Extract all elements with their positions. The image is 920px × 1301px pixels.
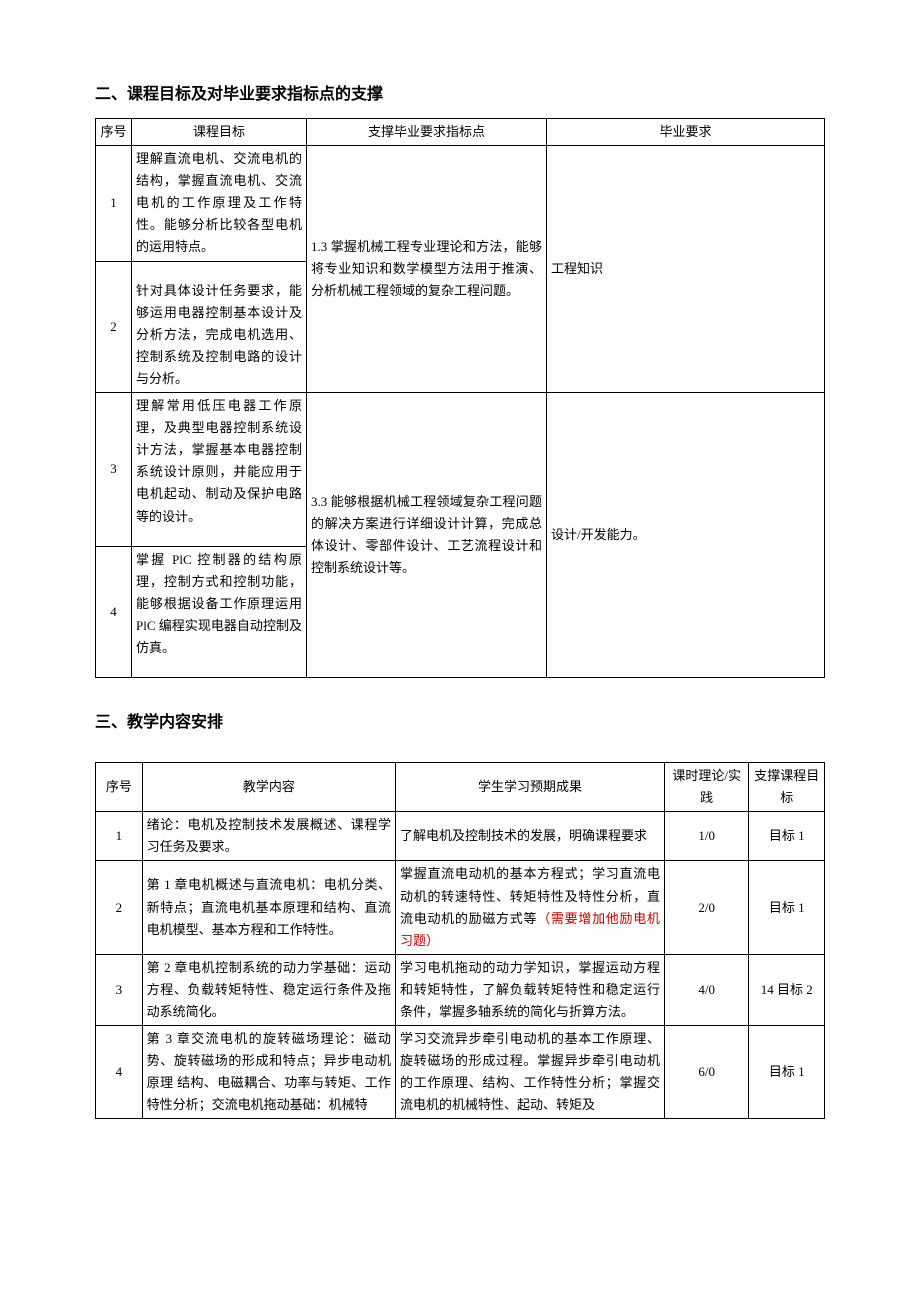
cell-support: 目标 1 [749,1026,825,1119]
cell-indicator: 3.3 能够根据机械工程领域复杂工程问题的解决方案进行详细设计计算，完成总体设计… [307,393,547,678]
cell-goal: 针对具体设计任务要求，能够运用电器控制基本设计及分析方法，完成电机选用、控制系统… [132,261,307,392]
section-3-title: 三、教学内容安排 [95,708,825,732]
cell-outcome: 掌握直流电动机的基本方程式；学习直流电动机的转速特性、转矩特性及特性分析，直流电… [396,861,665,954]
th-outcome: 学生学习预期成果 [396,763,665,812]
table-objectives: 序号 课程目标 支撑毕业要求指标点 毕业要求 1 理解直流电机、交流电机的结构，… [95,118,825,678]
th-indicator: 支撑毕业要求指标点 [307,119,547,146]
cell-num: 2 [96,861,143,954]
th-content: 教学内容 [142,763,395,812]
cell-content: 第 2 章电机控制系统的动力学基础：运动方程、负载转矩特性、稳定运行条件及拖动系… [142,954,395,1025]
cell-indicator: 1.3 掌握机械工程专业理论和方法，能够将专业知识和数学模型方法用于推演、分析机… [307,146,547,393]
cell-goal: 理解常用低压电器工作原理，及典型电器控制系统设计方法，掌握基本电器控制系统设计原… [132,393,307,547]
cell-content: 第 1 章电机概述与直流电机：电机分类、新特点；直流电机基本原理和结构、直流电机… [142,861,395,954]
section-2-title: 二、课程目标及对毕业要求指标点的支撑 [95,80,825,104]
th-support: 支撑课程目标 [749,763,825,812]
th-goal: 课程目标 [132,119,307,146]
th-hours: 课时理论/实践 [664,763,748,812]
cell-content: 绪论：电机及控制技术发展概述、课程学习任务及要求。 [142,812,395,861]
cell-num: 2 [96,261,132,392]
cell-req: 设计/开发能力。 [547,393,825,678]
th-num: 序号 [96,119,132,146]
cell-goal: 掌握 PlC 控制器的结构原理，控制方式和控制功能，能够根据设备工作原理运用 P… [132,546,307,677]
table-teaching: 序号 教学内容 学生学习预期成果 课时理论/实践 支撑课程目标 1 绪论：电机及… [95,762,825,1119]
table-row: 1 绪论：电机及控制技术发展概述、课程学习任务及要求。 了解电机及控制技术的发展… [96,812,825,861]
table-row: 1 理解直流电机、交流电机的结构，掌握直流电机、交流电机的工作原理及工作特性。能… [96,146,825,261]
cell-num: 4 [96,1026,143,1119]
cell-support: 目标 1 [749,812,825,861]
th-req: 毕业要求 [547,119,825,146]
cell-num: 3 [96,393,132,547]
table-header-row: 序号 教学内容 学生学习预期成果 课时理论/实践 支撑课程目标 [96,763,825,812]
cell-goal: 理解直流电机、交流电机的结构，掌握直流电机、交流电机的工作原理及工作特性。能够分… [132,146,307,261]
cell-num: 1 [96,812,143,861]
cell-outcome: 了解电机及控制技术的发展，明确课程要求 [396,812,665,861]
cell-outcome: 学习电机拖动的动力学知识，掌握运动方程和转矩特性，了解负载转矩特性和稳定运行条件… [396,954,665,1025]
th-num: 序号 [96,763,143,812]
cell-req: 工程知识 [547,146,825,393]
cell-hours: 6/0 [664,1026,748,1119]
cell-hours: 1/0 [664,812,748,861]
table-row: 4 第 3 章交流电机的旋转磁场理论：磁动势、旋转磁场的形成和特点；异步电动机原… [96,1026,825,1119]
cell-outcome: 学习交流异步牵引电动机的基本工作原理、旋转磁场的形成过程。掌握异步牵引电动机的工… [396,1026,665,1119]
cell-hours: 4/0 [664,954,748,1025]
table-header-row: 序号 课程目标 支撑毕业要求指标点 毕业要求 [96,119,825,146]
cell-support: 14 目标 2 [749,954,825,1025]
cell-num: 3 [96,954,143,1025]
table-row: 3 理解常用低压电器工作原理，及典型电器控制系统设计方法，掌握基本电器控制系统设… [96,393,825,547]
cell-support: 目标 1 [749,861,825,954]
table-row: 2 第 1 章电机概述与直流电机：电机分类、新特点；直流电机基本原理和结构、直流… [96,861,825,954]
cell-content: 第 3 章交流电机的旋转磁场理论：磁动势、旋转磁场的形成和特点；异步电动机原理 … [142,1026,395,1119]
cell-num: 1 [96,146,132,261]
table-row: 3 第 2 章电机控制系统的动力学基础：运动方程、负载转矩特性、稳定运行条件及拖… [96,954,825,1025]
cell-num: 4 [96,546,132,677]
cell-hours: 2/0 [664,861,748,954]
